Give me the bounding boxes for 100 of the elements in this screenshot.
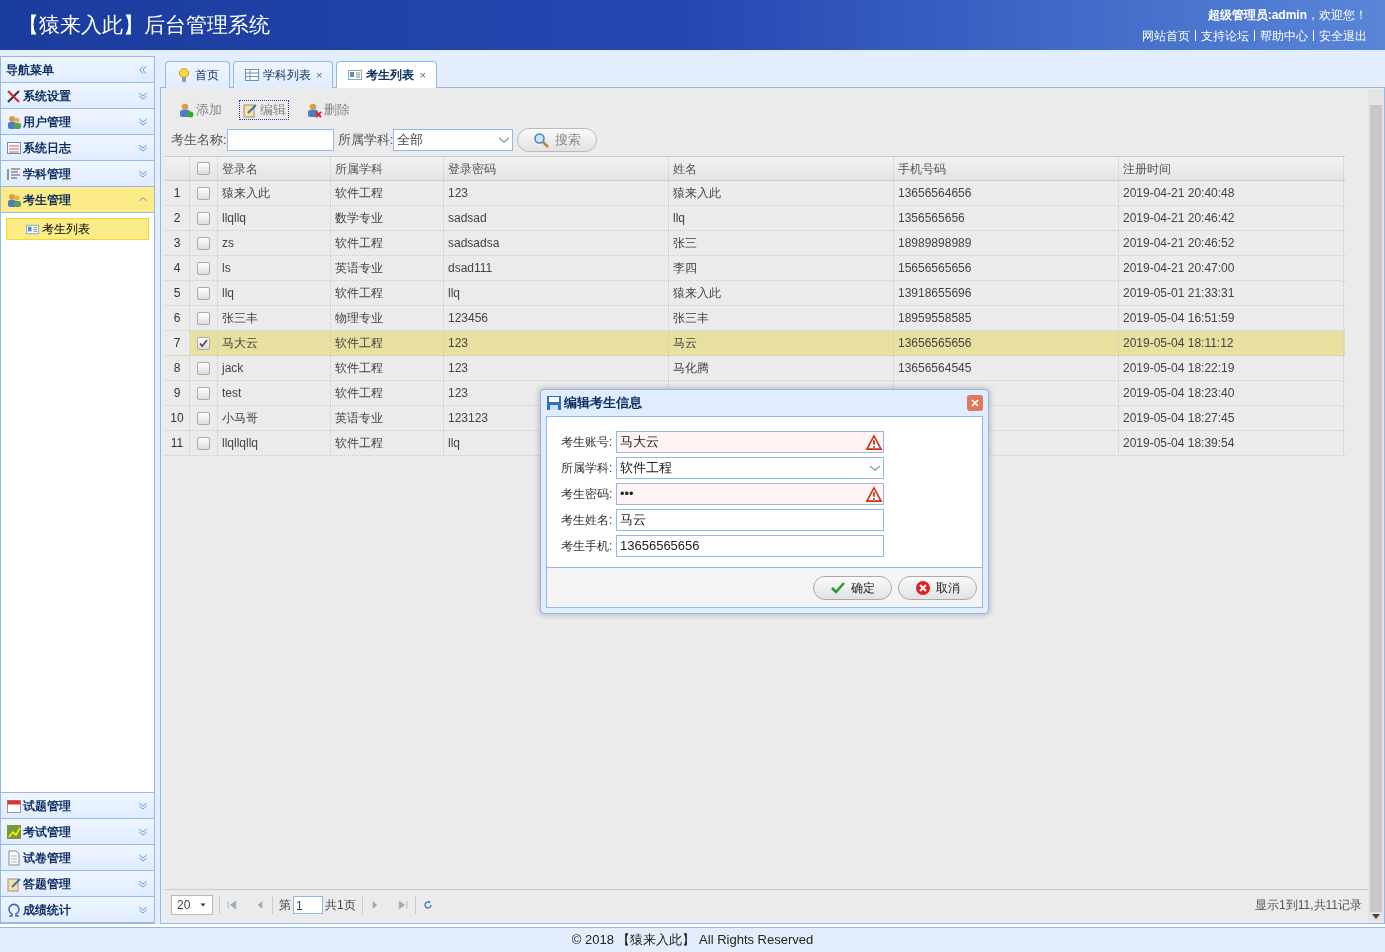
sidebar-item[interactable]: 用户管理 xyxy=(1,109,154,135)
tab[interactable]: 考生列表 × xyxy=(336,61,437,88)
cancel-button[interactable]: 取消 xyxy=(898,575,977,600)
scroll-down-icon[interactable] xyxy=(1372,914,1380,920)
table-cell: 软件工程 xyxy=(331,181,444,205)
table-row[interactable]: 3 zs 软件工程 sadsadsa 张三 18989898989 2019-04-21 20:46:52 xyxy=(165,231,1345,256)
table-cell: 英语专业 xyxy=(331,406,444,430)
table-cell: 2019-04-21 20:46:42 xyxy=(1119,206,1344,230)
subject-dropdown[interactable]: 全部 xyxy=(393,129,514,151)
table-row[interactable]: 1 猿来入此 软件工程 123 猿来入此 13656564656 2019-04-21 20:40:48 xyxy=(165,181,1345,206)
table-cell: 2019-05-04 18:23:40 xyxy=(1119,381,1344,405)
checkbox[interactable] xyxy=(197,261,210,275)
checkbox[interactable] xyxy=(197,186,210,200)
checkbox[interactable] xyxy=(197,311,210,325)
table-cell: 2019-05-04 18:27:45 xyxy=(1119,406,1344,430)
warning-icon xyxy=(865,433,883,451)
table-cell: 13918655696 xyxy=(894,281,1119,305)
table-cell: 2019-05-01 21:33:31 xyxy=(1119,281,1344,305)
table-cell: test xyxy=(218,381,331,405)
column-header[interactable]: 所属学科 xyxy=(331,157,444,180)
name-search-field[interactable] xyxy=(226,129,334,151)
table-row[interactable]: 4 ls 英语专业 dsad111 李四 15656565656 2019-04-21 20:47:00 xyxy=(165,256,1345,281)
sidebar-item[interactable]: 系统日志 xyxy=(1,135,154,161)
sidebar-title: 导航菜单 xyxy=(6,61,54,79)
app-title: 【猿来入此】后台管理系统 xyxy=(18,12,270,39)
last-page-icon xyxy=(396,898,409,911)
document-icon xyxy=(6,849,22,866)
footer-text: © 2018 【猿来入此】 All Rights Reserved xyxy=(0,927,1385,952)
column-header[interactable]: 姓名 xyxy=(669,157,894,180)
column-header[interactable]: 手机号码 xyxy=(894,157,1119,180)
page-size-select[interactable]: 20 xyxy=(171,894,213,915)
input-field[interactable]: 马云 xyxy=(616,509,884,531)
column-header[interactable]: 登录密码 xyxy=(444,157,669,180)
user-remove-icon xyxy=(306,102,322,118)
row-number: 7 xyxy=(165,331,190,355)
omega-icon xyxy=(6,901,22,918)
sidebar-item[interactable]: 试卷管理 xyxy=(1,845,154,871)
checkbox[interactable] xyxy=(197,162,210,175)
table-cell: 18959558585 xyxy=(894,306,1119,330)
scrollbar-thumb[interactable] xyxy=(1370,105,1382,912)
table-cell: sadsadsa xyxy=(444,231,669,255)
table-cell: 张三丰 xyxy=(218,306,331,330)
close-button[interactable] xyxy=(967,395,983,411)
calendar-icon xyxy=(6,797,22,814)
checkbox[interactable] xyxy=(197,236,210,250)
input-field[interactable]: ••• xyxy=(616,483,884,505)
column-header[interactable]: 登录名 xyxy=(218,157,331,180)
close-tab-button[interactable]: × xyxy=(316,66,323,84)
column-header[interactable]: 注册时间 xyxy=(1119,157,1344,180)
close-tab-button[interactable]: × xyxy=(419,66,426,84)
table-cell: sadsad xyxy=(444,206,669,230)
sidebar-item[interactable]: 成绩统计 xyxy=(1,897,154,923)
table-cell: llq xyxy=(669,206,894,230)
search-icon xyxy=(533,132,550,148)
subject-dropdown[interactable]: 软件工程 xyxy=(616,457,884,479)
field-label: 所属学科: xyxy=(337,131,394,150)
table-row[interactable]: 8 jack 软件工程 123 马化腾 13656564545 2019-05-04 18:22:19 xyxy=(165,356,1345,381)
table-cell: 123456 xyxy=(444,306,669,330)
table-cell: llq xyxy=(218,281,331,305)
header-link[interactable]: 安全退出 xyxy=(1319,26,1367,45)
header-link[interactable]: 支持论坛 xyxy=(1201,26,1249,45)
table-cell: 软件工程 xyxy=(331,431,444,455)
sidebar-item[interactable]: 系统设置 xyxy=(1,83,154,109)
table-row[interactable]: 2 llqllq 数学专业 sadsad llq 1356565656 2019-04-21 20:46:42 xyxy=(165,206,1345,231)
sidebar-item[interactable]: 学科管理 xyxy=(1,161,154,187)
table-row[interactable]: 7 马大云 软件工程 123 马云 13656565656 2019-05-04 18:11:12 xyxy=(165,331,1345,356)
checkbox[interactable] xyxy=(197,211,210,225)
sidebar-subitem[interactable]: 考生列表 xyxy=(6,218,149,240)
table-cell: 猿来入此 xyxy=(218,181,331,205)
tab[interactable]: 学科列表 × xyxy=(233,61,334,88)
header-link[interactable]: 帮助中心 xyxy=(1260,26,1308,45)
table-cell: 13656564656 xyxy=(894,181,1119,205)
checkbox[interactable] xyxy=(197,361,210,375)
table-cell: jack xyxy=(218,356,331,380)
checkbox[interactable] xyxy=(197,436,210,450)
record-summary: 显示1到11,共11记录 xyxy=(1255,896,1362,914)
checkbox[interactable] xyxy=(197,286,210,300)
table-cell: 马大云 xyxy=(218,331,331,355)
input-field[interactable]: 马大云 xyxy=(616,431,884,453)
header-link[interactable]: 网站首页 xyxy=(1142,26,1190,45)
checkbox[interactable] xyxy=(197,411,210,425)
cancel-icon xyxy=(915,579,931,596)
page-number-field[interactable]: 1 xyxy=(293,895,323,914)
table-icon xyxy=(6,139,22,156)
checkbox[interactable] xyxy=(197,386,210,400)
sidebar-item[interactable]: 考生管理 xyxy=(1,187,154,213)
checkbox[interactable] xyxy=(197,336,210,350)
input-field[interactable]: 13656565656 xyxy=(616,535,884,557)
table-cell: 软件工程 xyxy=(331,281,444,305)
table-cell: 马化腾 xyxy=(669,356,894,380)
confirm-button[interactable]: 确定 xyxy=(813,575,892,600)
table-icon xyxy=(244,67,260,83)
sidebar-item[interactable]: 试题管理 xyxy=(1,793,154,819)
tab[interactable]: 首页 xyxy=(165,61,230,88)
table-cell: 13656564545 xyxy=(894,356,1119,380)
admin-name: 超级管理员:admin xyxy=(1207,6,1307,24)
sidebar-item[interactable]: 答题管理 xyxy=(1,871,154,897)
first-page-icon xyxy=(226,898,238,911)
sidebar-item[interactable]: 考试管理 xyxy=(1,819,154,845)
table-row[interactable]: 5 llq 软件工程 llq 猿来入此 13918655696 2019-05-01 21:33:31 xyxy=(165,281,1345,306)
